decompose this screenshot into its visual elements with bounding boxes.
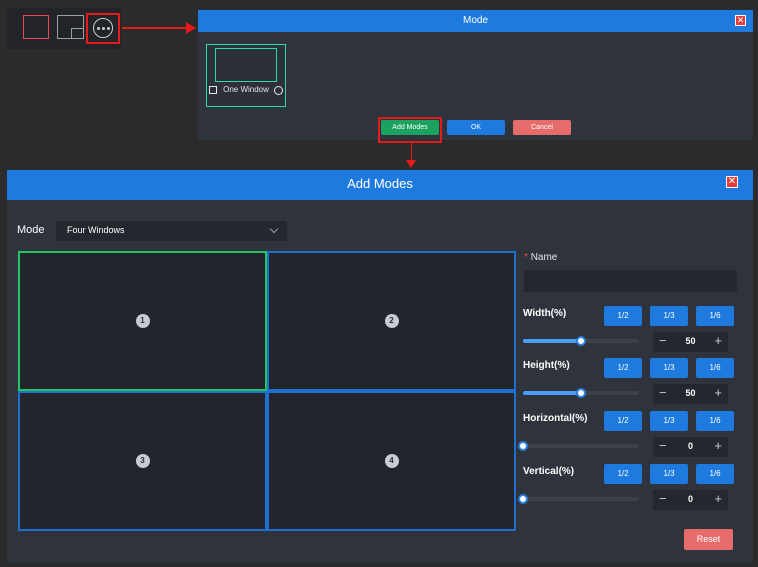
horizontal-stepper: −0 +: [653, 437, 728, 457]
add-modes-button[interactable]: Add Modes: [381, 120, 439, 135]
cancel-button[interactable]: Cancel: [513, 120, 571, 135]
mode-label: Mode: [17, 224, 45, 236]
plus-icon[interactable]: +: [714, 333, 722, 348]
callout-arrow-line: [122, 27, 188, 29]
horizontal-slider-handle[interactable]: [518, 441, 528, 451]
vertical-stepper: −0 +: [653, 490, 728, 510]
plus-icon[interactable]: +: [714, 438, 722, 453]
callout-arrow-head: [186, 22, 196, 34]
width-slider-fill: [523, 339, 581, 343]
width-preset-sixth-button[interactable]: 1/6: [696, 306, 734, 326]
callout-arrow-head-down: [406, 160, 416, 168]
mode-dialog: Mode ✕ One Window Add Modes OK Cancel: [198, 10, 753, 143]
more-button-highlight: [86, 13, 120, 44]
height-preset-third-button[interactable]: 1/3: [650, 358, 688, 378]
horizontal-preset-sixth-button[interactable]: 1/6: [696, 411, 734, 431]
add-modes-header: Add Modes: [7, 170, 753, 200]
name-label: * Name: [524, 252, 557, 263]
mode-tile-preview: [215, 48, 277, 82]
width-preset-half-button[interactable]: 1/2: [604, 306, 642, 326]
horizontal-preset-third-button[interactable]: 1/3: [650, 411, 688, 431]
one-window-icon[interactable]: [23, 15, 49, 39]
vertical-label: Vertical(%): [523, 466, 575, 477]
close-icon[interactable]: ✕: [726, 176, 738, 188]
overlap-window-icon[interactable]: [57, 15, 84, 39]
close-icon[interactable]: ✕: [735, 15, 746, 26]
name-input[interactable]: [524, 270, 737, 292]
height-slider-fill: [523, 391, 581, 395]
width-preset-third-button[interactable]: 1/3: [650, 306, 688, 326]
ok-button[interactable]: OK: [447, 120, 505, 135]
mode-dialog-title: Mode: [462, 15, 488, 26]
more-icon[interactable]: [93, 18, 113, 38]
plus-icon[interactable]: +: [714, 385, 722, 400]
window-number: 4: [384, 454, 399, 468]
vertical-preset-third-button[interactable]: 1/3: [650, 464, 688, 484]
add-modes-dialog: Add Modes ✕ Mode Four Windows 1 2 3 4 * …: [7, 170, 753, 563]
vertical-preset-half-button[interactable]: 1/2: [604, 464, 642, 484]
mode-dialog-header: Mode ✕: [198, 10, 753, 32]
horizontal-slider[interactable]: [523, 444, 639, 448]
mode-select-value: Four Windows: [67, 225, 125, 235]
width-label: Width(%): [523, 308, 567, 319]
plus-icon[interactable]: +: [714, 491, 722, 506]
reset-button[interactable]: Reset: [684, 529, 733, 550]
mode-tile-one-window[interactable]: One Window: [206, 44, 286, 107]
height-label: Height(%): [523, 360, 570, 371]
height-preset-sixth-button[interactable]: 1/6: [696, 358, 734, 378]
window-number: 1: [135, 314, 150, 328]
required-marker: *: [524, 252, 528, 263]
width-slider-handle[interactable]: [576, 336, 586, 346]
chevron-down-icon: [269, 224, 279, 234]
name-label-text: Name: [530, 252, 558, 263]
window-cell-2[interactable]: 2: [267, 251, 516, 391]
horizontal-label: Horizontal(%): [523, 413, 588, 424]
window-cell-3[interactable]: 3: [18, 391, 267, 531]
horizontal-preset-half-button[interactable]: 1/2: [604, 411, 642, 431]
mode-select[interactable]: Four Windows: [56, 221, 287, 241]
vertical-slider[interactable]: [523, 497, 639, 501]
height-stepper: −50 +: [653, 384, 728, 404]
settings-icon[interactable]: [274, 86, 283, 95]
window-number: 3: [135, 454, 150, 468]
width-stepper: −50 +: [653, 332, 728, 352]
vertical-slider-handle[interactable]: [518, 494, 528, 504]
window-cell-1[interactable]: 1: [18, 251, 267, 391]
window-cell-4[interactable]: 4: [267, 391, 516, 531]
height-slider-handle[interactable]: [576, 388, 586, 398]
window-number: 2: [384, 314, 399, 328]
vertical-preset-sixth-button[interactable]: 1/6: [696, 464, 734, 484]
add-modes-title: Add Modes: [347, 176, 413, 191]
height-preset-half-button[interactable]: 1/2: [604, 358, 642, 378]
